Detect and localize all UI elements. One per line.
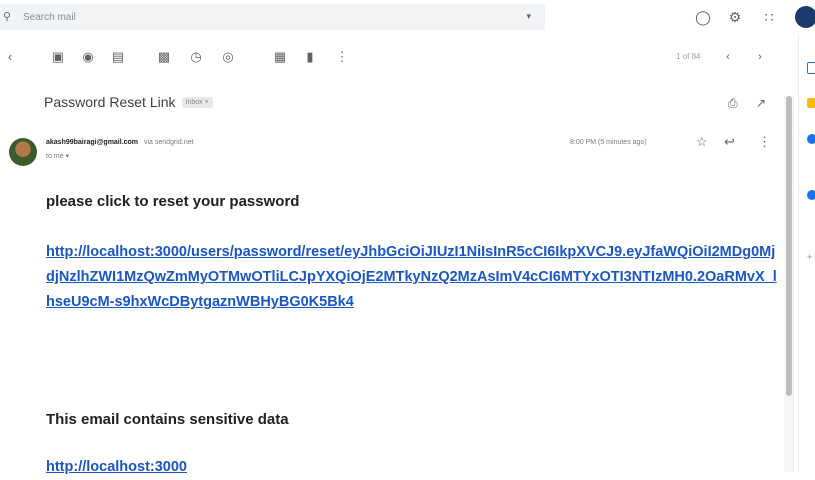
message-toolbar: ‹ ▣ ◉ ▤ ▩ ◷ ◎ ▦ ▮ ⋮ 1 of 84 ‹ ›: [0, 38, 790, 78]
sender-avatar[interactable]: [9, 138, 37, 166]
apps-grid-icon[interactable]: ∷: [758, 6, 780, 28]
reply-icon[interactable]: ↩: [724, 134, 735, 150]
search-options-icon[interactable]: ▾: [526, 11, 531, 22]
email-time: 8:00 PM (5 minutes ago): [570, 139, 647, 146]
search-bar[interactable]: ⚲ Search mail ▾: [0, 4, 545, 30]
snooze-icon[interactable]: ◷: [188, 49, 204, 65]
email-body-line: please click to reset your password: [46, 193, 300, 210]
contacts-icon[interactable]: [807, 190, 815, 200]
more-options-icon[interactable]: ⋮: [758, 134, 771, 150]
move-to-icon[interactable]: ▦: [272, 49, 288, 65]
search-input[interactable]: Search mail: [23, 12, 76, 23]
scrollbar-thumb[interactable]: [786, 96, 792, 396]
add-addon-icon[interactable]: +: [807, 252, 815, 262]
archive-icon[interactable]: ▣: [50, 49, 66, 65]
localhost-link[interactable]: http://localhost:3000: [46, 455, 776, 480]
tasks-icon[interactable]: [807, 134, 815, 144]
open-new-window-icon[interactable]: ↗: [756, 96, 766, 110]
reset-password-link[interactable]: http://localhost:3000/users/password/res…: [46, 240, 781, 315]
add-task-icon[interactable]: ◎: [220, 49, 236, 65]
email-body-warning: This email contains sensitive data: [46, 411, 289, 428]
more-icon[interactable]: ⋮: [334, 49, 350, 65]
delete-icon[interactable]: ▤: [110, 49, 126, 65]
support-icon[interactable]: ◯: [692, 6, 714, 28]
sender-line: akash99bairagi@gmail.com via sendgrid.ne…: [46, 139, 193, 146]
settings-icon[interactable]: ⚙: [724, 6, 746, 28]
print-icon[interactable]: ⎙: [728, 96, 738, 111]
mark-unread-icon[interactable]: ▩: [156, 49, 172, 65]
inbox-label-chip[interactable]: Inbox ×: [181, 96, 213, 108]
labels-icon[interactable]: ▮: [302, 49, 318, 65]
back-icon[interactable]: ‹: [2, 49, 18, 65]
report-spam-icon[interactable]: ◉: [80, 49, 96, 65]
account-avatar[interactable]: [795, 6, 815, 28]
keep-icon[interactable]: [807, 98, 815, 108]
star-icon[interactable]: ☆: [696, 134, 708, 150]
side-panel: +: [798, 34, 815, 472]
sender-via: via sendgrid.net: [144, 139, 194, 146]
pager-count: 1 of 84: [676, 52, 701, 61]
recipient-details[interactable]: to me ▾: [46, 152, 69, 160]
search-icon[interactable]: ⚲: [3, 11, 15, 23]
email-subject: Password Reset Link: [44, 94, 176, 110]
sender-email[interactable]: akash99bairagi@gmail.com: [46, 139, 138, 146]
email-subject-row: Password Reset Link Inbox ×: [44, 94, 213, 110]
calendar-icon[interactable]: [807, 62, 815, 74]
older-icon[interactable]: ›: [752, 49, 768, 65]
newer-icon[interactable]: ‹: [720, 49, 736, 65]
top-bar: ⚲ Search mail ▾ ◯ ⚙ ∷: [0, 0, 795, 34]
